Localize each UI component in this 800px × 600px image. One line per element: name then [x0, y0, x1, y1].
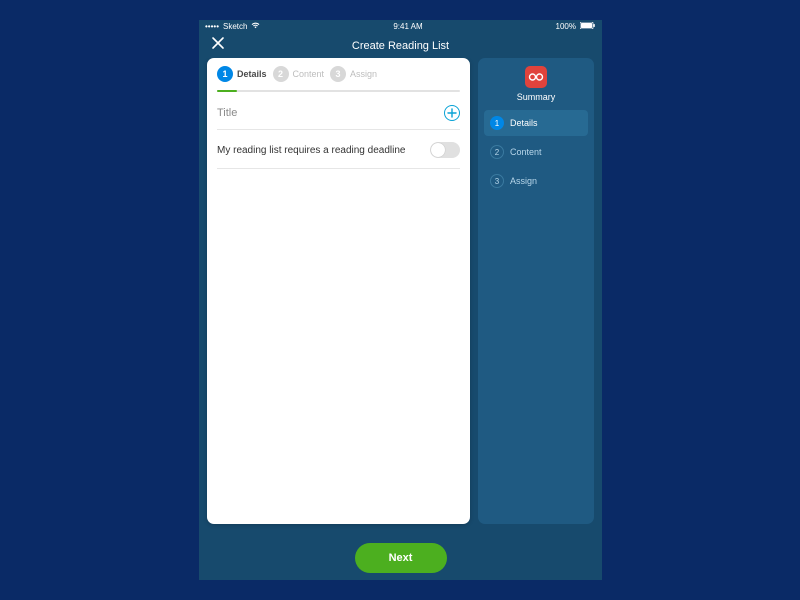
deadline-toggle[interactable] [430, 142, 460, 158]
summary-header: Summary [484, 66, 588, 102]
main-card: 1 Details 2 Content 3 Assign Title [207, 58, 470, 524]
summary-title: Summary [517, 92, 556, 102]
summary-item-label: Details [510, 118, 538, 128]
battery-icon [580, 22, 596, 31]
stepper: 1 Details 2 Content 3 Assign [217, 66, 460, 82]
summary-item-content[interactable]: 2 Content [484, 139, 588, 165]
summary-item-label: Assign [510, 176, 537, 186]
summary-item-assign[interactable]: 3 Assign [484, 168, 588, 194]
signal-dots: ••••• [205, 22, 219, 31]
progress-fill [217, 90, 237, 92]
step-assign[interactable]: 3 Assign [330, 66, 377, 82]
carrier-label: Sketch [223, 22, 247, 31]
summary-panel: Summary 1 Details 2 Content 3 Assign [478, 58, 594, 524]
toggle-knob [431, 143, 445, 157]
nav-header: Create Reading List [199, 33, 602, 58]
wifi-icon [251, 22, 260, 31]
clock: 9:41 AM [393, 22, 422, 31]
app-window: ••••• Sketch 9:41 AM 100% Create Reading… [199, 20, 602, 580]
footer: Next [199, 536, 602, 580]
page-title: Create Reading List [352, 40, 449, 52]
glasses-icon [525, 66, 547, 88]
step-content[interactable]: 2 Content [273, 66, 325, 82]
toggle-track [430, 142, 460, 158]
step-label: Details [237, 69, 267, 79]
progress-track [217, 90, 460, 92]
title-label: Title [217, 107, 237, 119]
step-number: 2 [273, 66, 289, 82]
status-right: 100% [556, 22, 596, 31]
status-bar: ••••• Sketch 9:41 AM 100% [199, 20, 602, 33]
summary-item-number: 3 [490, 174, 504, 188]
summary-item-label: Content [510, 147, 542, 157]
plus-icon [447, 108, 457, 118]
step-number: 1 [217, 66, 233, 82]
add-title-button[interactable] [444, 105, 460, 121]
deadline-label: My reading list requires a reading deadl… [217, 145, 405, 156]
summary-item-details[interactable]: 1 Details [484, 110, 588, 136]
step-label: Assign [350, 69, 377, 79]
step-number: 3 [330, 66, 346, 82]
battery-text: 100% [556, 22, 576, 31]
title-field-row: Title [217, 105, 460, 130]
step-label: Content [293, 69, 325, 79]
main-card-spacer [217, 169, 460, 514]
summary-item-number: 2 [490, 145, 504, 159]
content-area: 1 Details 2 Content 3 Assign Title [199, 58, 602, 536]
next-button[interactable]: Next [355, 543, 447, 573]
summary-item-number: 1 [490, 116, 504, 130]
step-details[interactable]: 1 Details [217, 66, 267, 82]
close-icon[interactable] [211, 36, 225, 53]
deadline-row: My reading list requires a reading deadl… [217, 142, 460, 169]
status-left: ••••• Sketch [205, 22, 260, 31]
